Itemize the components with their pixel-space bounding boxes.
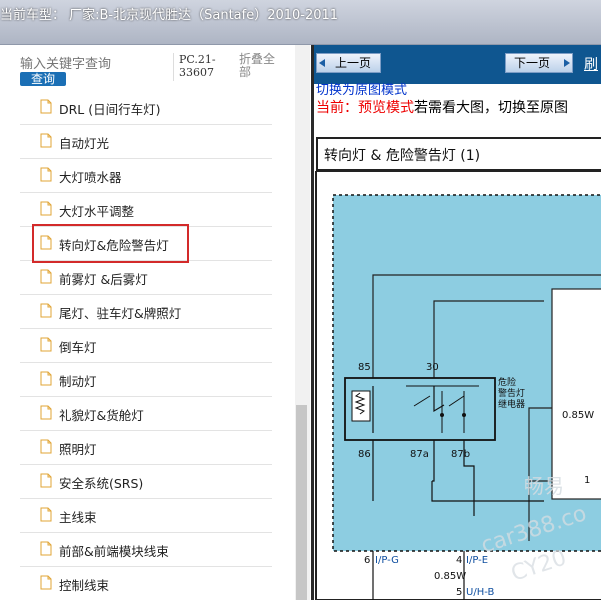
pc-number: PC.21-33607	[179, 53, 216, 79]
svg-text:0.85W: 0.85W	[434, 571, 466, 582]
tree-item[interactable]: 礼貌灯&货舱灯	[20, 397, 272, 431]
viewer-panel: 上一页 下一页 刷 切换为原图模式 当前：预览模式若需看大图，切换至原图 转向灯…	[311, 45, 601, 600]
svg-text:1: 1	[584, 475, 590, 486]
prev-page-button[interactable]: 上一页	[316, 53, 381, 73]
tree-item[interactable]: 大灯水平调整	[20, 193, 272, 227]
diagram-title-bar: 转向灯 & 危险警告灯 (1)	[316, 137, 601, 171]
tree-item[interactable]: 大灯喷水器	[20, 159, 272, 193]
tree-item-label: 安全系统(SRS)	[59, 476, 144, 491]
document-icon	[40, 405, 52, 424]
document-icon	[40, 337, 52, 356]
mode-suffix: 若需看大图，切换至原图	[414, 100, 568, 116]
svg-text:继电器: 继电器	[498, 398, 525, 410]
prev-page-label: 上一页	[335, 56, 372, 70]
search-button[interactable]: 查询	[20, 72, 66, 86]
current-model-title: 当前车型： 厂家:B-北京现代胜达（Santafe）2010-2011	[0, 8, 339, 23]
tree-item-label: 前雾灯 &后雾灯	[59, 272, 148, 287]
document-icon	[40, 269, 52, 288]
tree-item[interactable]: DRL (日间行车灯)	[20, 91, 272, 125]
tree-item-label: 尾灯、驻车灯&牌照灯	[59, 306, 182, 321]
svg-text:30: 30	[426, 362, 439, 373]
document-icon	[40, 201, 52, 220]
tree-item[interactable]: 自动灯光	[20, 125, 272, 159]
svg-text:畅易: 畅易	[524, 474, 564, 498]
fold-all-link[interactable]: 折叠全部	[239, 53, 283, 79]
scrollbar-thumb[interactable]	[296, 405, 307, 600]
document-icon	[40, 371, 52, 390]
window-title-bar: 当前车型： 厂家:B-北京现代胜达（Santafe）2010-2011	[0, 0, 601, 45]
document-icon	[40, 507, 52, 526]
tree-item[interactable]: 安全系统(SRS)	[20, 465, 272, 499]
arrow-right-icon	[564, 59, 570, 67]
tree-item[interactable]: 前部&前端模块线束	[20, 533, 272, 567]
tree-item-label: 前部&前端模块线束	[59, 544, 169, 559]
next-page-button[interactable]: 下一页	[505, 53, 573, 73]
tree-item[interactable]: 制动灯	[20, 363, 272, 397]
mode-status: 当前：预览模式若需看大图，切换至原图	[316, 97, 568, 117]
arrow-left-icon	[319, 59, 325, 67]
tree-item-label: 礼貌灯&货舱灯	[59, 408, 144, 423]
tree-item[interactable]: 主线束	[20, 499, 272, 533]
mode-prefix: 当前：预览模式	[316, 100, 414, 116]
svg-text:警告灯: 警告灯	[498, 387, 525, 399]
svg-text:6: 6	[364, 555, 370, 566]
tree-item-label: 照明灯	[59, 442, 97, 457]
document-icon	[40, 133, 52, 152]
tree-item-label: 制动灯	[59, 374, 97, 389]
selection-highlight-box	[32, 224, 189, 263]
document-icon	[40, 575, 52, 594]
svg-text:I/P-G: I/P-G	[375, 555, 399, 566]
next-page-label: 下一页	[514, 56, 551, 70]
tree-item[interactable]: 控制线束	[20, 567, 272, 600]
diagram-title: 转向灯 & 危险警告灯 (1)	[324, 148, 481, 164]
svg-text:I/P-E: I/P-E	[466, 555, 488, 566]
document-icon	[40, 99, 52, 118]
svg-text:危险: 危险	[498, 376, 516, 388]
tree-item[interactable]: 尾灯、驻车灯&牌照灯	[20, 295, 272, 329]
switch-to-original-link[interactable]: 切换为原图模式	[316, 79, 407, 95]
tree-item[interactable]: 倒车灯	[20, 329, 272, 363]
left-panel: 查询 PC.21-33607 折叠全部 DRL (日间行车灯) 自动灯光 大灯喷…	[0, 45, 310, 600]
tree-item[interactable]: 照明灯	[20, 431, 272, 465]
document-icon	[40, 167, 52, 186]
svg-text:86: 86	[358, 449, 371, 460]
tree-item-label: 自动灯光	[59, 136, 110, 151]
divider	[173, 53, 174, 81]
document-icon	[40, 541, 52, 560]
tree-item-label: 大灯水平调整	[59, 204, 135, 219]
document-icon	[40, 473, 52, 492]
svg-text:5: 5	[456, 587, 462, 598]
tree-item-label: 主线束	[59, 510, 97, 525]
svg-text:0.85W: 0.85W	[562, 410, 594, 421]
document-icon	[40, 439, 52, 458]
wiring-diagram: 85 30 86 87a 87b 危险 警告灯 继电器 0.85W 1 畅易 c…	[315, 171, 601, 600]
svg-text:87b: 87b	[451, 449, 470, 460]
document-icon	[40, 303, 52, 322]
svg-text:85: 85	[358, 362, 371, 373]
svg-text:4: 4	[456, 555, 462, 566]
refresh-link[interactable]: 刷	[584, 54, 598, 74]
svg-text:U/H-B: U/H-B	[466, 587, 494, 598]
tree-item-label: 倒车灯	[59, 340, 97, 355]
svg-text:87a: 87a	[410, 449, 429, 460]
tree-item-label: 大灯喷水器	[59, 170, 122, 185]
tree-item-label: 控制线束	[59, 578, 110, 593]
search-input[interactable]	[20, 55, 170, 73]
tree-item[interactable]: 前雾灯 &后雾灯	[20, 261, 272, 295]
document-tree: DRL (日间行车灯) 自动灯光 大灯喷水器 大灯水平调整 转向灯&危险警告灯 …	[0, 91, 300, 600]
tree-item-label: DRL (日间行车灯)	[59, 102, 161, 117]
